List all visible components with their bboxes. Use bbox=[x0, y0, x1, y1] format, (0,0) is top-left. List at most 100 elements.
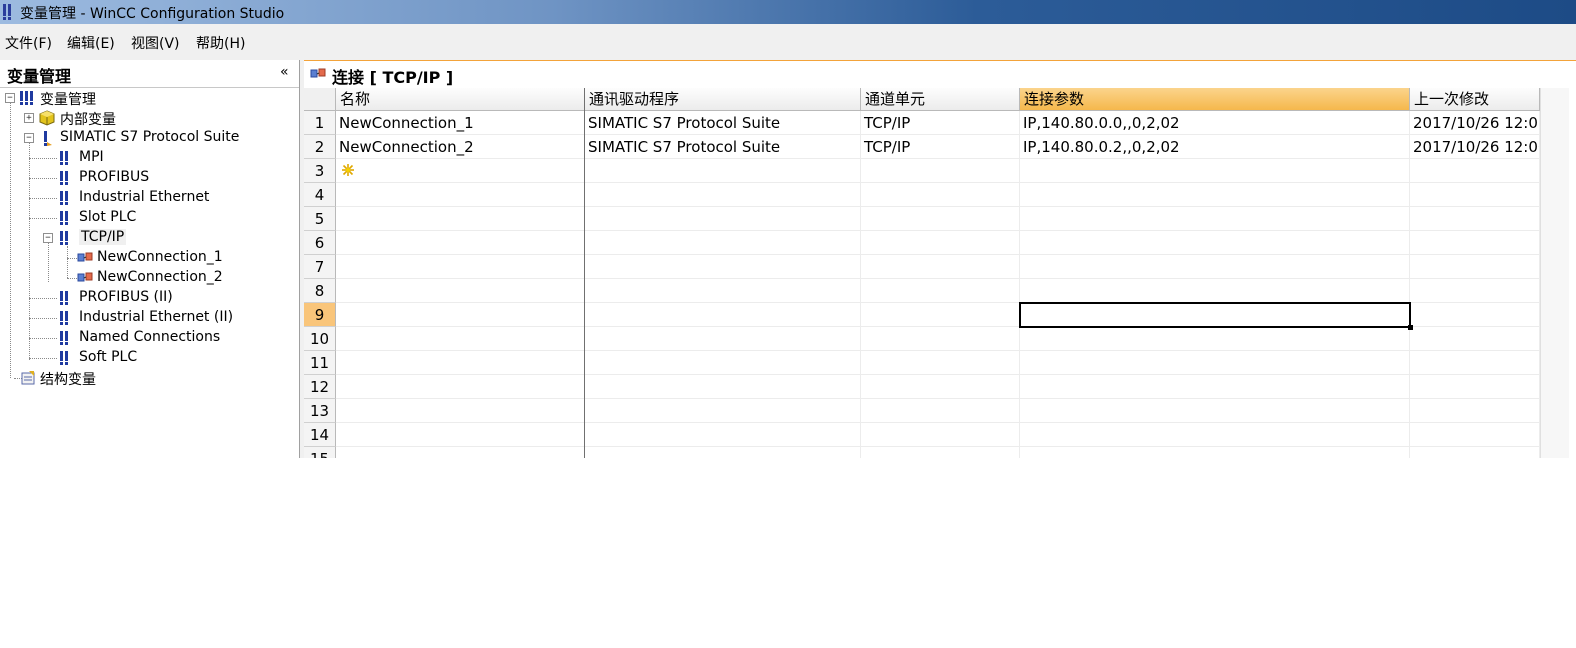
cell-channel-unit[interactable] bbox=[861, 183, 1020, 207]
cell-driver[interactable] bbox=[585, 447, 861, 458]
cell-last-modified[interactable]: 2017/10/26 12:06 bbox=[1410, 135, 1540, 159]
row-header[interactable]: 10 bbox=[304, 327, 336, 351]
cell-channel-unit[interactable] bbox=[861, 207, 1020, 231]
cell-connection-params[interactable] bbox=[1020, 159, 1410, 183]
cell-name[interactable] bbox=[336, 159, 585, 183]
cell-connection-params[interactable] bbox=[1020, 231, 1410, 255]
cell-driver[interactable] bbox=[585, 423, 861, 447]
cell-channel-unit[interactable] bbox=[861, 159, 1020, 183]
cell-last-modified[interactable] bbox=[1410, 279, 1540, 303]
cell-connection-params[interactable] bbox=[1020, 327, 1410, 351]
tree-item-profibus-ii[interactable]: PROFIBUS (II) bbox=[0, 288, 299, 308]
cell-connection-params[interactable]: IP,140.80.0.2,,0,2,02 bbox=[1020, 135, 1410, 159]
cell-last-modified[interactable] bbox=[1410, 423, 1540, 447]
cell-connection-params[interactable] bbox=[1020, 399, 1410, 423]
cell-driver[interactable] bbox=[585, 375, 861, 399]
cell-channel-unit[interactable] bbox=[861, 399, 1020, 423]
tree-item-mpi[interactable]: MPI bbox=[0, 148, 299, 168]
cell-channel-unit[interactable] bbox=[861, 279, 1020, 303]
row-header[interactable]: 12 bbox=[304, 375, 336, 399]
cell-name[interactable] bbox=[336, 375, 585, 399]
cell-driver[interactable] bbox=[585, 303, 861, 327]
cell-connection-params[interactable] bbox=[1020, 351, 1410, 375]
tree-item-slot-plc[interactable]: Slot PLC bbox=[0, 208, 299, 228]
cell-last-modified[interactable] bbox=[1410, 159, 1540, 183]
tree-item-root[interactable]: − 变量管理 bbox=[0, 88, 299, 108]
fill-handle[interactable] bbox=[1408, 325, 1413, 330]
cell-driver[interactable] bbox=[585, 399, 861, 423]
cell-name[interactable]: NewConnection_2 bbox=[336, 135, 585, 159]
cell-connection-params[interactable]: IP,140.80.0.0,,0,2,02 bbox=[1020, 111, 1410, 135]
cell-connection-params[interactable] bbox=[1020, 183, 1410, 207]
cell-channel-unit[interactable] bbox=[861, 327, 1020, 351]
cell-channel-unit[interactable]: TCP/IP bbox=[861, 135, 1020, 159]
cell-name[interactable] bbox=[336, 207, 585, 231]
tree-item-named-connections[interactable]: Named Connections bbox=[0, 328, 299, 348]
cell-last-modified[interactable] bbox=[1410, 447, 1540, 458]
scrollbar-track[interactable] bbox=[1540, 88, 1569, 458]
tree-item-tcpip[interactable]: − TCP/IP bbox=[0, 228, 299, 248]
row-header[interactable]: 14 bbox=[304, 423, 336, 447]
tree-item-soft-plc[interactable]: Soft PLC bbox=[0, 348, 299, 368]
cell-connection-params[interactable] bbox=[1020, 375, 1410, 399]
tree-item-s7-protocol-suite[interactable]: − SIMATIC S7 Protocol Suite bbox=[0, 128, 299, 148]
column-header-last-modified[interactable]: 上一次修改 bbox=[1410, 88, 1540, 111]
menu-view[interactable]: 视图(V) bbox=[131, 33, 180, 53]
cell-channel-unit[interactable] bbox=[861, 303, 1020, 327]
cell-last-modified[interactable] bbox=[1410, 327, 1540, 351]
collapse-toggle-icon[interactable]: − bbox=[43, 233, 53, 243]
row-header[interactable]: 2 bbox=[304, 135, 336, 159]
cell-name[interactable] bbox=[336, 231, 585, 255]
collapse-toggle-icon[interactable]: − bbox=[24, 133, 34, 143]
cell-connection-params[interactable] bbox=[1020, 255, 1410, 279]
tree-item-connection-1[interactable]: NewConnection_1 bbox=[0, 248, 299, 268]
tree-item-internal-tags[interactable]: + 内部变量 bbox=[0, 108, 299, 128]
cell-name[interactable] bbox=[336, 399, 585, 423]
column-header-connection-params[interactable]: 连接参数 bbox=[1020, 88, 1410, 111]
cell-last-modified[interactable] bbox=[1410, 399, 1540, 423]
row-header[interactable]: 8 bbox=[304, 279, 336, 303]
row-header[interactable]: 13 bbox=[304, 399, 336, 423]
cell-name[interactable] bbox=[336, 351, 585, 375]
select-all-corner[interactable] bbox=[304, 88, 336, 111]
cell-last-modified[interactable] bbox=[1410, 303, 1540, 327]
cell-driver[interactable]: SIMATIC S7 Protocol Suite bbox=[585, 135, 861, 159]
vertical-scrollbar[interactable] bbox=[1540, 88, 1576, 458]
cell-driver[interactable] bbox=[585, 183, 861, 207]
row-header[interactable]: 1 bbox=[304, 111, 336, 135]
tree-item-industrial-ethernet[interactable]: Industrial Ethernet bbox=[0, 188, 299, 208]
expand-toggle-icon[interactable]: + bbox=[24, 113, 34, 123]
column-header-name[interactable]: 名称 bbox=[336, 88, 585, 111]
cell-connection-params[interactable] bbox=[1020, 279, 1410, 303]
cell-last-modified[interactable] bbox=[1410, 231, 1540, 255]
column-header-channel-unit[interactable]: 通道单元 bbox=[861, 88, 1020, 111]
row-header[interactable]: 3 bbox=[304, 159, 336, 183]
cell-channel-unit[interactable] bbox=[861, 231, 1020, 255]
cell-driver[interactable] bbox=[585, 351, 861, 375]
collapse-toggle-icon[interactable]: − bbox=[5, 93, 15, 103]
tree-item-struct-tags[interactable]: 结构变量 bbox=[0, 368, 299, 388]
row-header[interactable]: 9 bbox=[304, 303, 336, 327]
row-header[interactable]: 5 bbox=[304, 207, 336, 231]
row-header[interactable]: 4 bbox=[304, 183, 336, 207]
cell-last-modified[interactable] bbox=[1410, 183, 1540, 207]
cell-name[interactable] bbox=[336, 183, 585, 207]
cell-channel-unit[interactable] bbox=[861, 351, 1020, 375]
row-header[interactable]: 15 bbox=[304, 447, 336, 458]
cell-channel-unit[interactable] bbox=[861, 447, 1020, 458]
cell-driver[interactable]: SIMATIC S7 Protocol Suite bbox=[585, 111, 861, 135]
cell-name[interactable] bbox=[336, 279, 585, 303]
cell-last-modified[interactable] bbox=[1410, 375, 1540, 399]
cell-channel-unit[interactable]: TCP/IP bbox=[861, 111, 1020, 135]
cell-driver[interactable] bbox=[585, 207, 861, 231]
menu-file[interactable]: 文件(F) bbox=[5, 33, 52, 53]
cell-driver[interactable] bbox=[585, 279, 861, 303]
tree-item-industrial-ethernet-ii[interactable]: Industrial Ethernet (II) bbox=[0, 308, 299, 328]
cell-last-modified[interactable] bbox=[1410, 207, 1540, 231]
column-header-driver[interactable]: 通讯驱动程序 bbox=[585, 88, 861, 111]
cell-name[interactable] bbox=[336, 255, 585, 279]
cell-last-modified[interactable] bbox=[1410, 351, 1540, 375]
cell-last-modified[interactable]: 2017/10/26 12:07 bbox=[1410, 111, 1540, 135]
cell-name[interactable] bbox=[336, 303, 585, 327]
row-header[interactable]: 7 bbox=[304, 255, 336, 279]
